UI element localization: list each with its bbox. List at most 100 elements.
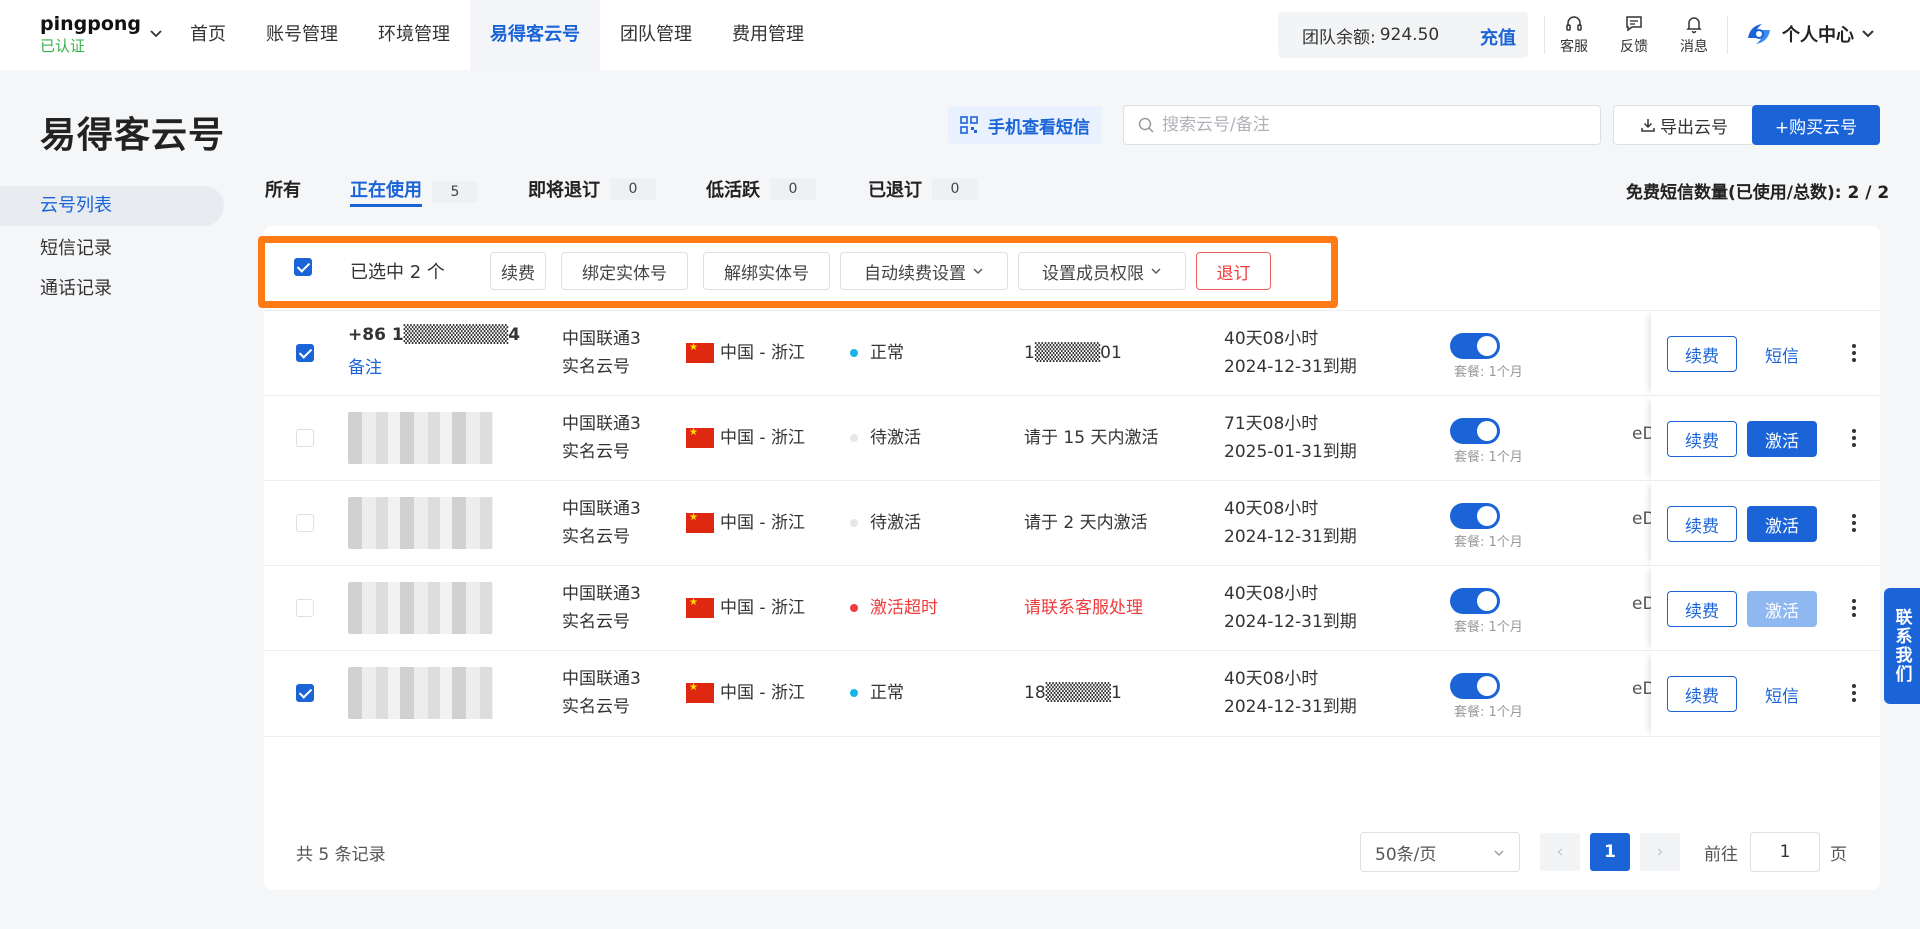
nav-tab-home[interactable]: 首页 [170,0,246,70]
total-records: 共 5 条记录 [296,845,386,865]
nav-tab-cloud-numbers[interactable]: 易得客云号 [470,0,600,70]
auto-renew-cell: 套餐: 1个月 [1450,673,1523,720]
tab-expiring[interactable]: 即将退订 0 [528,176,656,202]
next-page-button[interactable]: › [1640,833,1680,871]
activate-button[interactable]: 激活 [1747,421,1817,457]
user-center-menu[interactable]: 个人中心 [1744,20,1876,48]
info-cell: 请于 2 天内激活 [1024,513,1148,533]
auto-renew-cell: 套餐: 1个月 [1450,333,1523,380]
expire-cell: 40天08小时 2024-12-31到期 [1224,495,1357,551]
more-icon[interactable] [1851,341,1857,365]
info-cell: 请于 15 天内激活 [1024,428,1159,448]
mobile-sms-qr-button[interactable]: 手机查看短信 [948,106,1102,144]
activate-button[interactable]: 激活 [1747,506,1817,542]
page-title: 易得客云号 [40,115,226,156]
renew-button[interactable]: 续费 [1667,506,1737,542]
side-item-cloud-list[interactable]: 云号列表 [0,186,224,226]
more-icon[interactable] [1851,511,1857,535]
plan-text: 套餐: 1个月 [1454,450,1523,465]
nav-tab-team[interactable]: 团队管理 [600,0,712,70]
recharge-button[interactable]: 充值 [1480,24,1516,50]
auto-renew-cell: 套餐: 1个月 [1450,588,1523,635]
table-bottom-border [264,736,1880,737]
tab-in-use[interactable]: 正在使用 5 [350,176,478,207]
messages-button[interactable]: 消息 [1669,14,1719,56]
row-checkbox[interactable] [296,684,314,702]
mobile-sms-qr-label: 手机查看短信 [988,117,1090,138]
expire-cell: 40天08小时 2024-12-31到期 [1224,665,1357,721]
feedback-button[interactable]: 反馈 [1609,14,1659,56]
auto-renew-toggle[interactable] [1450,673,1500,699]
nav-tab-accounts[interactable]: 账号管理 [246,0,358,70]
tab-count: 5 [432,180,478,203]
redacted-phone-number [348,667,493,719]
chevron-down-icon[interactable] [148,26,164,42]
side-item-sms-records[interactable]: 短信记录 [40,234,112,260]
goto-page-input[interactable] [1750,832,1820,872]
more-icon[interactable] [1851,596,1857,620]
region-cell: 中国 - 浙江 [686,679,805,707]
auto-renew-toggle[interactable] [1450,418,1500,444]
auto-renew-toggle[interactable] [1450,333,1500,359]
china-flag-icon [686,596,714,618]
balance-label: 团队余额: [1302,27,1376,48]
divider [1727,16,1728,54]
buy-cloud-number-button[interactable]: +购买云号 [1752,105,1880,145]
plan-text: 套餐: 1个月 [1454,365,1523,380]
info-cell: 请联系客服处理 [1024,598,1143,618]
bell-icon [1686,17,1702,34]
search-box [1123,105,1601,145]
nav-tab-environments[interactable]: 环境管理 [358,0,470,70]
status-cell: 正常 [850,339,904,367]
row-checkbox[interactable] [296,344,314,362]
info-cell: 1▒▒▒▒▒01 [1024,343,1122,363]
more-icon[interactable] [1851,681,1857,705]
row-actions: 续费 短信 [1651,651,1880,736]
remark-link[interactable]: 备注 [348,353,382,378]
activate-button[interactable]: 激活 [1747,591,1817,627]
row-checkbox[interactable] [296,514,314,532]
table-row: 中国联通3 实名云号 中国 - 浙江 激活超时 请联系客服处理 40天08小时 … [264,565,1880,651]
customer-service-label: 客服 [1560,39,1588,55]
prev-page-button[interactable]: ‹ [1540,833,1580,871]
team-switcher[interactable]: pingpong 已认证 [40,12,141,56]
tab-all[interactable]: 所有 [265,176,301,202]
sms-button[interactable]: 短信 [1747,676,1817,712]
number-type: 实名云号 [562,612,630,632]
renew-button[interactable]: 续费 [1667,336,1737,372]
renew-button[interactable]: 续费 [1667,421,1737,457]
page-size-select[interactable]: 50条/页 [1360,832,1520,872]
page-number[interactable]: 1 [1590,833,1630,871]
search-input[interactable] [1162,115,1582,135]
more-icon[interactable] [1851,426,1857,450]
renew-button[interactable]: 续费 [1667,591,1737,627]
goto-unit: 页 [1830,845,1847,865]
tab-label: 低活跃 [706,180,760,201]
renew-button[interactable]: 续费 [1667,676,1737,712]
auto-renew-toggle[interactable] [1450,503,1500,529]
expire-cell: 40天08小时 2024-12-31到期 [1224,325,1357,381]
status-cell: 待激活 [850,424,921,452]
headset-icon [1566,16,1582,31]
side-item-call-records[interactable]: 通话记录 [40,274,112,300]
tab-low-activity[interactable]: 低活跃 0 [706,176,816,202]
tab-label: 已退订 [868,180,922,201]
auto-renew-toggle[interactable] [1450,588,1500,614]
customer-service-button[interactable]: 客服 [1549,14,1599,56]
contact-us-button[interactable]: 联系我们 [1884,588,1920,704]
nav-tab-billing[interactable]: 费用管理 [712,0,824,70]
table-row: 中国联通3 实名云号 中国 - 浙江 正常 18▒▒▒▒▒1 40天08小时 2… [264,650,1880,736]
export-button[interactable]: 导出云号 [1613,105,1755,145]
status-text: 正常 [870,683,904,703]
row-checkbox[interactable] [296,599,314,617]
auto-renew-cell: 套餐: 1个月 [1450,503,1523,550]
region-name: 中国 - 浙江 [720,428,805,448]
number-type: 实名云号 [562,357,630,377]
china-flag-icon [686,426,714,448]
sms-button[interactable]: 短信 [1747,336,1817,372]
tab-unsubscribed[interactable]: 已退订 0 [868,176,978,202]
region-cell: 中国 - 浙江 [686,509,805,537]
carrier-name: 中国联通3 [562,329,641,349]
row-checkbox[interactable] [296,429,314,447]
table-row: +86 1▒▒▒▒▒▒▒▒4 备注 中国联通3 实名云号 中国 - 浙江 正常 … [264,310,1880,396]
